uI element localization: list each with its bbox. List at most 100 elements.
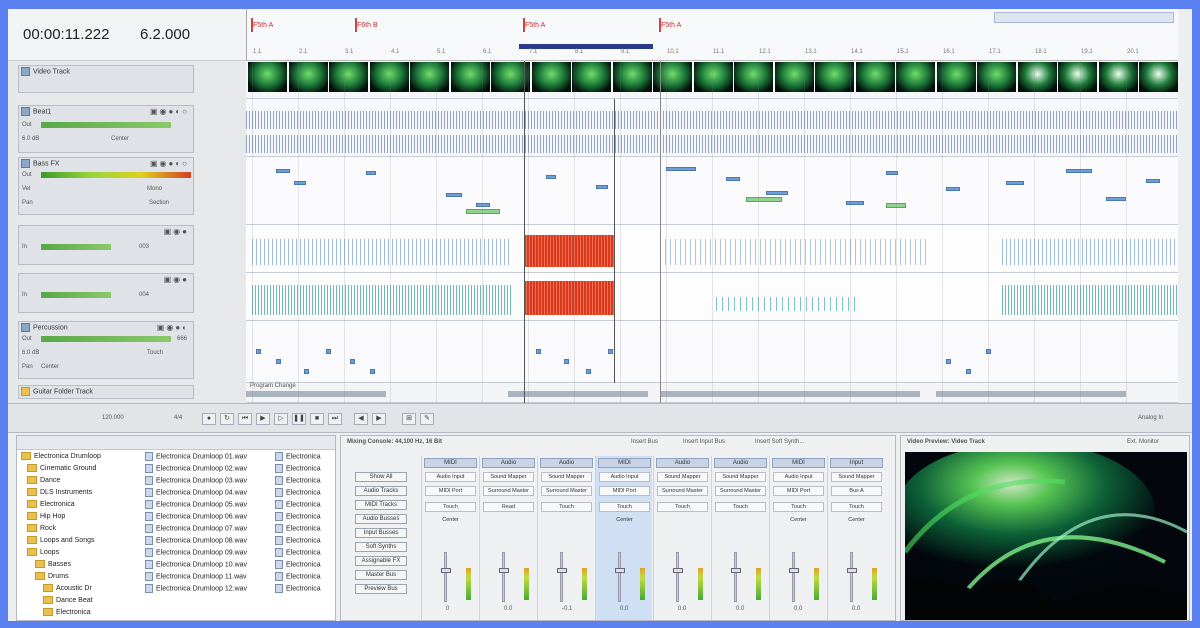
pan-value[interactable]: Center — [41, 364, 59, 370]
rewind-button[interactable]: ⏮ — [238, 413, 252, 425]
volume-fader[interactable] — [792, 552, 795, 602]
play-selection-button[interactable]: ▷ — [274, 413, 288, 425]
insert-soft-synth-button[interactable]: Insert Soft Synth... — [755, 439, 804, 445]
file-item[interactable]: Electronica Drumloop 08.wav — [145, 536, 270, 545]
folder-item[interactable]: Electronica — [27, 500, 75, 508]
timeline-area[interactable]: Program Change — [246, 61, 1178, 403]
midi-note[interactable] — [1006, 181, 1024, 185]
mixer-channel-strip[interactable]: MIDI Audio Input MIDI Port Touch Center 0 — [421, 456, 478, 620]
selected-clip[interactable] — [524, 235, 614, 267]
drum-hit[interactable] — [536, 349, 541, 354]
folder-item[interactable]: Drums — [35, 572, 69, 580]
fader-cap[interactable] — [615, 568, 625, 573]
stop-button[interactable]: ■ — [310, 413, 324, 425]
file-item[interactable]: Electronica — [275, 524, 333, 533]
output-selector[interactable]: Surround Master — [483, 486, 534, 496]
drum-hit[interactable] — [608, 349, 613, 354]
file-item[interactable]: Electronica — [275, 464, 333, 473]
file-item[interactable]: Electronica Drumloop 01.wav — [145, 452, 270, 461]
prev-frame-button[interactable]: ◀ — [354, 413, 368, 425]
input-selector[interactable]: Sound Mapper — [541, 472, 592, 482]
input-selector[interactable]: Sound Mapper — [657, 472, 708, 482]
file-item[interactable]: Electronica — [275, 584, 333, 593]
pause-button[interactable]: ❚❚ — [292, 413, 306, 425]
pan-control[interactable] — [483, 516, 534, 526]
loop-button[interactable]: ↻ — [220, 413, 234, 425]
folder-item[interactable]: DLS Instruments — [27, 488, 92, 496]
file-item[interactable]: Electronica — [275, 560, 333, 569]
folder-item[interactable]: Electronica — [43, 608, 91, 616]
selected-clip[interactable] — [524, 281, 614, 315]
file-item[interactable]: Electronica Drumloop 06.wav — [145, 512, 270, 521]
input-selector[interactable]: Audio Input — [425, 472, 476, 482]
fader-cap[interactable] — [731, 568, 741, 573]
output-selector[interactable]: Surround Master — [715, 486, 766, 496]
snap-button[interactable]: ⊞ — [402, 413, 416, 425]
track-header-beat[interactable]: Beat1 ▣◉●◐○ Out 6.0 dB Center — [18, 105, 194, 153]
mixer-filter-button[interactable]: Input Busses — [355, 528, 407, 538]
pan-control[interactable]: Center — [425, 516, 476, 526]
file-item[interactable]: Electronica Drumloop 09.wav — [145, 548, 270, 557]
midi-note[interactable] — [726, 177, 740, 181]
file-item[interactable]: Electronica — [275, 548, 333, 557]
track-buttons[interactable]: ▣◉● — [164, 275, 189, 284]
drum-hit[interactable] — [966, 369, 971, 374]
marker[interactable]: F6th B — [355, 18, 378, 32]
input-selector[interactable]: Audio Input — [599, 472, 650, 482]
drum-hit[interactable] — [256, 349, 261, 354]
analog-in-label[interactable]: Analog In — [1138, 415, 1163, 421]
mixer-filter-button[interactable]: Soft Synths — [355, 542, 407, 552]
volume-fader[interactable] — [502, 552, 505, 602]
file-item[interactable]: Electronica — [275, 572, 333, 581]
midi-note[interactable] — [366, 171, 376, 175]
mixer-channel-strip[interactable]: Audio Sound Mapper Surround Master Touch 0.0 — [711, 456, 768, 620]
volume-fader[interactable] — [444, 552, 447, 602]
mixer-filter-button[interactable]: Preview Bus — [355, 584, 407, 594]
mixer-channel-strip[interactable]: Audio Sound Mapper Surround Master Touch 0.0 — [653, 456, 710, 620]
file-item[interactable]: Electronica Drumloop 02.wav — [145, 464, 270, 473]
drum-hit[interactable] — [370, 369, 375, 374]
go-end-button[interactable]: ⏭ — [328, 413, 342, 425]
automation-mode[interactable]: Touch — [425, 502, 476, 512]
fader-cap[interactable] — [499, 568, 509, 573]
volume-value[interactable]: 6.0 dB — [22, 350, 39, 356]
mixer-filter-button[interactable]: Assignable FX — [355, 556, 407, 566]
folder-item[interactable]: Hip Hop — [27, 512, 65, 520]
pan-control[interactable] — [715, 516, 766, 526]
folder-item[interactable]: Dance — [27, 476, 60, 484]
mixer-channel-strip[interactable]: MIDI Audio Input MIDI Port Touch Center 0.0 — [769, 456, 826, 620]
track-buttons[interactable]: ▣◉●◐○ — [150, 107, 189, 116]
input-selector[interactable]: Sound Mapper — [831, 472, 882, 482]
midi-note[interactable] — [666, 167, 696, 171]
folder-clip[interactable] — [508, 391, 648, 397]
output-selector[interactable]: MIDI Port — [425, 486, 476, 496]
automation-mode[interactable]: Touch — [599, 502, 650, 512]
mixer-channel-strip[interactable]: Audio Sound Mapper Surround Master Touch -0.… — [537, 456, 594, 620]
pan-control[interactable]: Center — [599, 516, 650, 526]
track-buttons[interactable]: ▣◉●◐ — [157, 323, 189, 332]
file-item[interactable]: Electronica — [275, 476, 333, 485]
track-header-percussion[interactable]: Percussion ▣◉●◐ Out 666 6.0 dB Touch Pan… — [18, 321, 194, 379]
folder-item[interactable]: Dance Beat — [43, 596, 93, 604]
midi-note[interactable] — [546, 175, 556, 179]
file-item[interactable]: Electronica Drumloop 10.wav — [145, 560, 270, 569]
midi-note[interactable] — [294, 181, 306, 185]
fader-cap[interactable] — [441, 568, 451, 573]
drum-hit[interactable] — [564, 359, 569, 364]
drum-hit[interactable] — [586, 369, 591, 374]
section-label[interactable]: Section — [149, 200, 169, 206]
file-item[interactable]: Electronica Drumloop 07.wav — [145, 524, 270, 533]
volume-fader[interactable] — [618, 552, 621, 602]
search-box[interactable] — [994, 12, 1174, 23]
tempo-field[interactable]: 120.000 — [102, 415, 124, 421]
pan-control[interactable] — [657, 516, 708, 526]
ext-monitor-button[interactable]: Ext. Monitor — [1127, 439, 1159, 445]
automation-mode[interactable]: Touch — [147, 350, 163, 356]
insert-bus-button[interactable]: Insert Bus — [631, 439, 658, 445]
time-signature[interactable]: 4/4 — [174, 415, 182, 421]
input-selector[interactable]: Sound Mapper — [483, 472, 534, 482]
fader-cap[interactable] — [557, 568, 567, 573]
pan-control[interactable] — [541, 516, 592, 526]
marker[interactable]: F5th A — [658, 18, 681, 32]
midi-note[interactable] — [846, 201, 864, 205]
